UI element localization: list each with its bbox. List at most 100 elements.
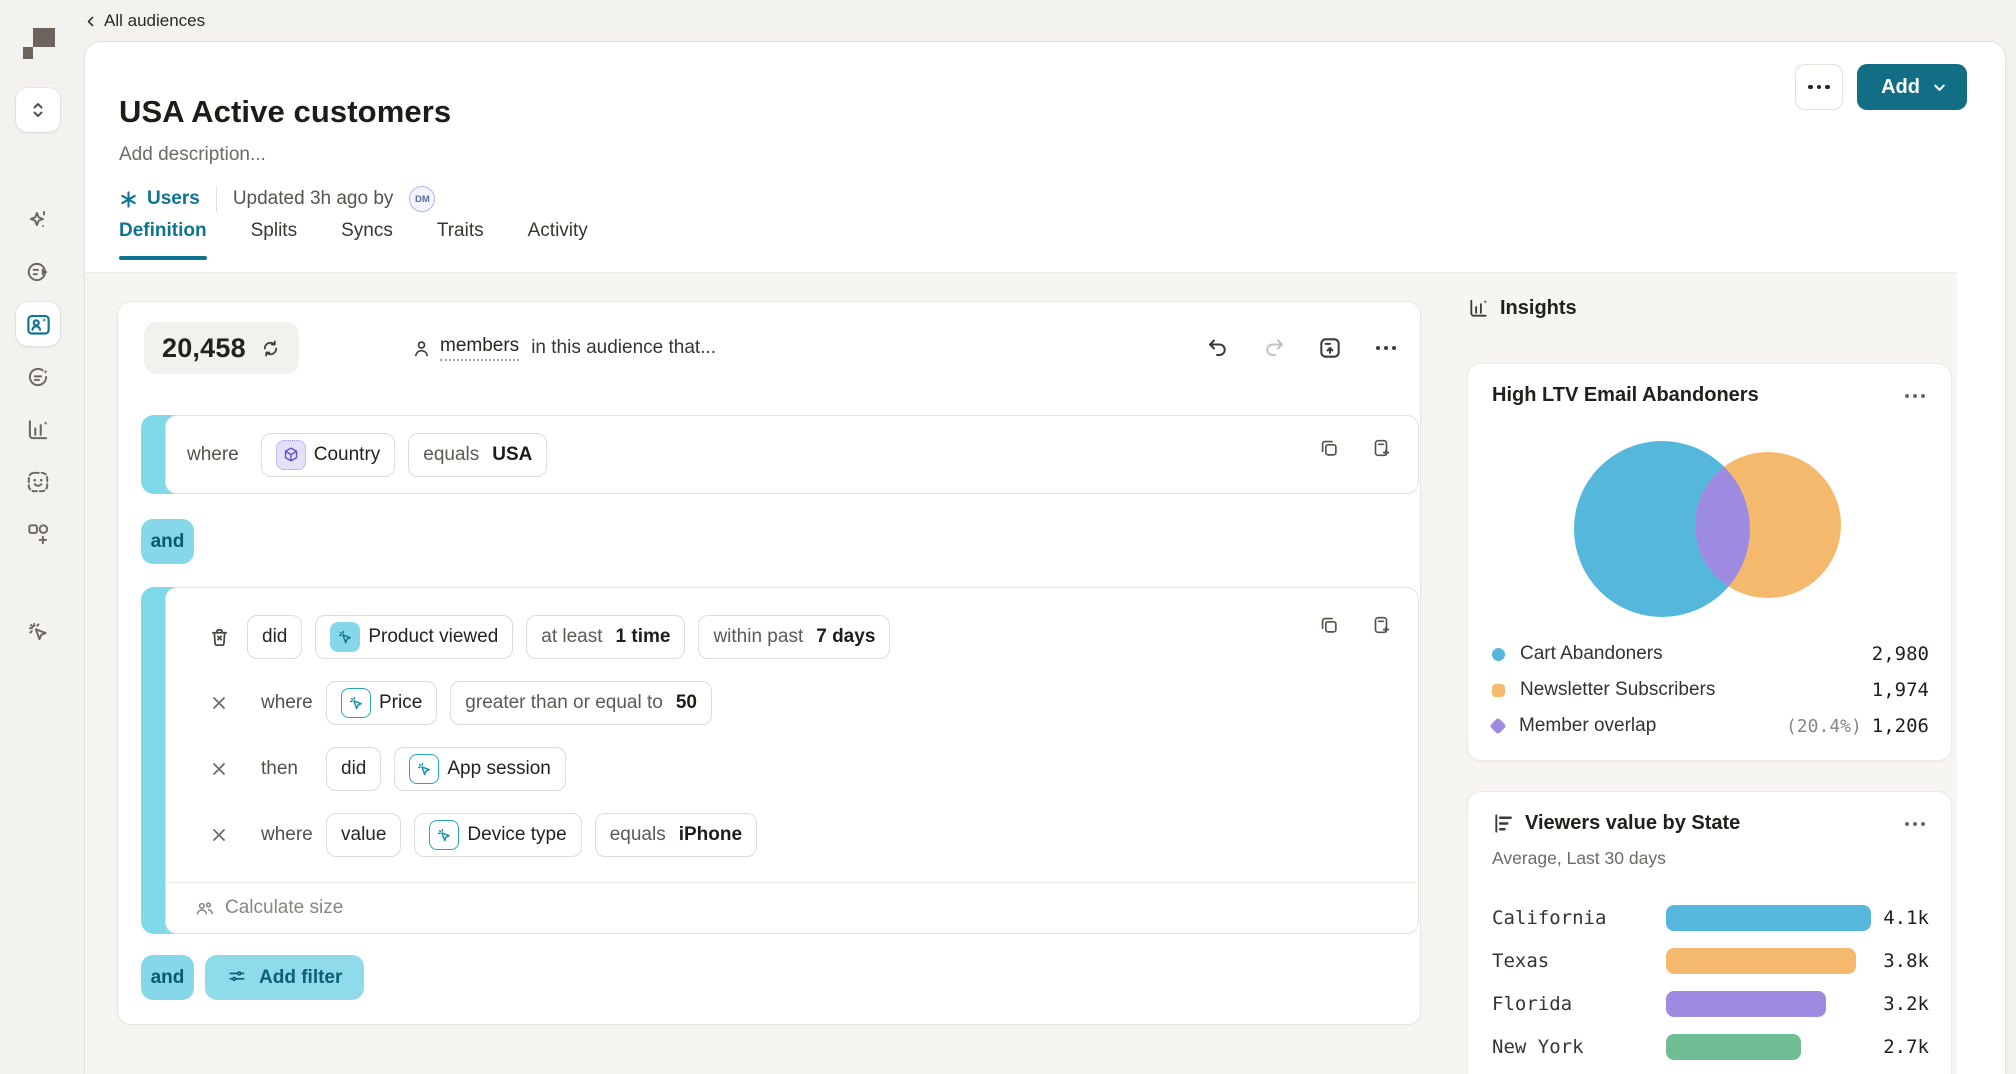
did-pill[interactable]: did xyxy=(326,747,381,791)
operator-text: greater than or equal to xyxy=(465,692,663,714)
person-icon xyxy=(411,338,432,359)
bar-chart: California 4.1k Texas 3.8k Florida 3.2k xyxy=(1492,896,1929,1068)
members-dropdown[interactable]: members xyxy=(440,335,519,361)
and-connector-2[interactable]: and xyxy=(141,955,194,1000)
sidebar-item-integrations[interactable] xyxy=(16,512,60,556)
app-logo[interactable] xyxy=(22,26,58,62)
operator-pill-device[interactable]: equalsiPhone xyxy=(595,813,757,857)
bar-track xyxy=(1666,1034,1871,1060)
sidebar-item-home[interactable] xyxy=(16,146,60,190)
legend-value: 1,974 xyxy=(1872,679,1929,701)
builder-more-button[interactable] xyxy=(1368,330,1404,366)
condition-row-actions xyxy=(1314,433,1396,463)
did-pill[interactable]: did xyxy=(247,615,302,659)
copy-icon xyxy=(1318,437,1340,459)
bars-card-more-button[interactable] xyxy=(1899,816,1931,832)
breadcrumb[interactable]: All audiences xyxy=(84,8,205,34)
subfilter-prefix: where xyxy=(261,824,313,846)
archive-up-icon xyxy=(1317,335,1343,361)
close-icon xyxy=(209,825,229,845)
operator-pill-country[interactable]: equalsUSA xyxy=(408,433,547,477)
sidebar-item-messaging[interactable] xyxy=(16,356,60,400)
subfilter-row-price: where Price greater than or equal to50 xyxy=(166,670,1418,736)
bars-card-title: Viewers value by State xyxy=(1525,812,1740,835)
legend-value: 2,980 xyxy=(1872,643,1929,665)
bar-row-florida: Florida 3.2k xyxy=(1492,982,1929,1025)
save-condition-button[interactable] xyxy=(1366,610,1396,640)
add-button[interactable]: Add xyxy=(1857,64,1967,110)
operator-text: equals xyxy=(610,824,666,846)
save-template-button[interactable] xyxy=(1312,330,1348,366)
legend-percentage: (20.4%) xyxy=(1786,716,1862,737)
users-asterisk-icon xyxy=(119,190,138,209)
remove-subfilter-button[interactable] xyxy=(204,688,234,718)
calculate-size-button[interactable]: Calculate size xyxy=(166,883,1418,933)
tab-splits[interactable]: Splits xyxy=(251,212,297,260)
and-connector-1[interactable]: and xyxy=(141,519,194,564)
bar-fill xyxy=(1666,991,1826,1017)
event-pill-app-session[interactable]: App session xyxy=(394,747,566,791)
event-cursor-icon xyxy=(409,754,439,784)
bar-row-california: California 4.1k xyxy=(1492,896,1929,939)
venn-card-title: High LTV Email Abandoners xyxy=(1492,384,1759,407)
venn-legend: Cart Abandoners 2,980 Newsletter Subscri… xyxy=(1492,636,1929,744)
add-filter-button[interactable]: Add filter xyxy=(205,955,364,1000)
page-more-button[interactable] xyxy=(1795,64,1843,110)
value-pill[interactable]: value xyxy=(326,813,401,857)
query-builder: 20,458 members in this audience that... xyxy=(117,301,1421,1025)
copy-condition-button[interactable] xyxy=(1314,433,1344,463)
sidebar-item-identity[interactable] xyxy=(16,460,60,504)
bar-label: California xyxy=(1492,907,1666,929)
ellipsis-icon xyxy=(1376,346,1396,350)
save-condition-button[interactable] xyxy=(1366,433,1396,463)
member-count-pill[interactable]: 20,458 xyxy=(144,322,299,374)
legend-row-newsletter-subscribers: Newsletter Subscribers 1,974 xyxy=(1492,672,1929,708)
header-actions: Add xyxy=(1795,64,1967,110)
sidebar-item-automations[interactable] xyxy=(16,610,60,654)
member-count: 20,458 xyxy=(162,333,246,364)
copy-condition-button[interactable] xyxy=(1314,610,1344,640)
redo-icon xyxy=(1262,336,1286,360)
bar-value: 2.7k xyxy=(1871,1036,1929,1058)
operator-pill-price[interactable]: greater than or equal to50 xyxy=(450,681,712,725)
subfilter-prefix: then xyxy=(261,758,313,780)
bar-label: New York xyxy=(1492,1036,1666,1058)
bar-fill xyxy=(1666,1034,1801,1060)
sidebar-item-audiences[interactable] xyxy=(16,302,60,346)
bar-track xyxy=(1666,948,1871,974)
tab-activity[interactable]: Activity xyxy=(528,212,588,260)
remove-subfilter-button[interactable] xyxy=(204,820,234,850)
delete-condition-button[interactable] xyxy=(204,622,234,652)
property-pill-country[interactable]: Country xyxy=(261,433,396,477)
bar-value: 3.2k xyxy=(1871,993,1929,1015)
time-window-pill[interactable]: within past7 days xyxy=(698,615,890,659)
sidebar xyxy=(0,0,62,1074)
tab-traits[interactable]: Traits xyxy=(437,212,484,260)
venn-card-more-button[interactable] xyxy=(1899,388,1931,404)
bar-row-texas: Texas 3.8k xyxy=(1492,939,1929,982)
redo-button[interactable] xyxy=(1256,330,1292,366)
sidebar-item-journeys[interactable] xyxy=(16,250,60,294)
description-field[interactable]: Add description... xyxy=(119,144,266,166)
subfilter-prefix: where xyxy=(261,692,313,714)
remove-subfilter-button[interactable] xyxy=(204,754,234,784)
page-title[interactable]: USA Active customers xyxy=(119,94,451,130)
entity-type-link[interactable]: Users xyxy=(119,188,200,210)
operator-text: equals xyxy=(423,444,479,466)
event-row: did Product viewed at least1 time xyxy=(166,604,1418,670)
people-icon xyxy=(194,898,215,919)
sidebar-item-ai-assist[interactable] xyxy=(16,198,60,242)
undo-button[interactable] xyxy=(1200,330,1236,366)
property-pill-device-type[interactable]: Device type xyxy=(414,813,581,857)
undo-icon xyxy=(1206,336,1230,360)
bar-value: 4.1k xyxy=(1871,907,1929,929)
property-pill-price[interactable]: Price xyxy=(326,681,437,725)
legend-value: 1,206 xyxy=(1872,715,1929,737)
event-pill-product-viewed[interactable]: Product viewed xyxy=(315,615,513,659)
tab-syncs[interactable]: Syncs xyxy=(341,212,393,260)
sidebar-item-analytics[interactable] xyxy=(16,408,60,452)
frequency-pill[interactable]: at least1 time xyxy=(526,615,685,659)
legend-row-cart-abandoners: Cart Abandoners 2,980 xyxy=(1492,636,1929,672)
tab-definition[interactable]: Definition xyxy=(119,212,207,260)
workspace-switcher[interactable] xyxy=(16,88,60,132)
